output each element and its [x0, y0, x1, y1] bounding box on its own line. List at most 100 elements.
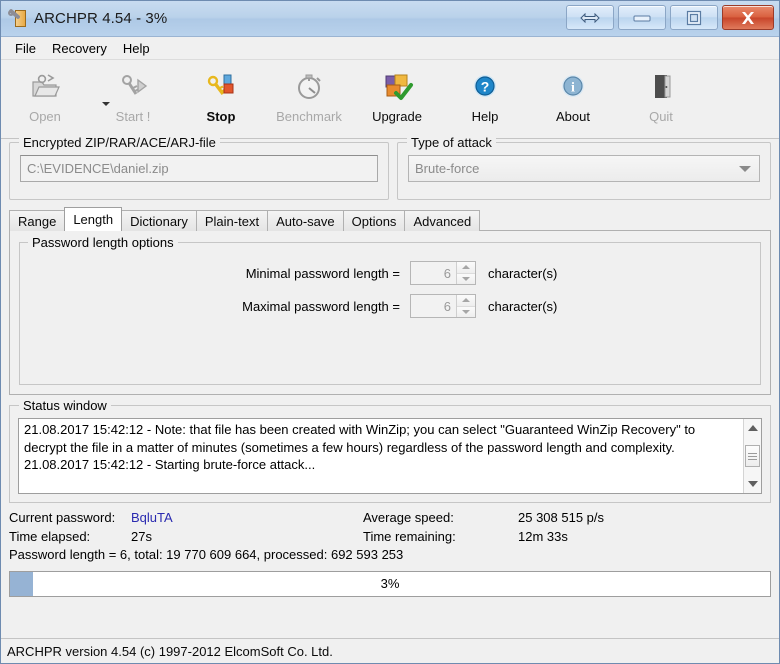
tab-length[interactable]: Length	[64, 207, 122, 231]
menu-item-recovery[interactable]: Recovery	[44, 39, 115, 58]
tab-advanced[interactable]: Advanced	[404, 210, 480, 231]
toolbar-open-button[interactable]: Open	[1, 66, 89, 124]
encrypted-file-group-title: Encrypted ZIP/RAR/ACE/ARJ-file	[19, 135, 220, 150]
status-log-line: 21.08.2017 15:42:12 - Starting brute-for…	[24, 456, 738, 474]
triangle-down-icon	[462, 277, 470, 281]
minimize-icon	[633, 14, 651, 22]
maximal-length-increment-button[interactable]	[457, 295, 475, 307]
toolbar-start-button[interactable]: Start !	[89, 66, 177, 124]
tab-area: Range Length Dictionary Plain-text Auto-…	[9, 207, 771, 395]
current-password-value: BqluTA	[131, 509, 363, 528]
chevron-down-icon	[739, 166, 751, 172]
progress-bar: 3%	[9, 571, 771, 597]
average-speed-value: 25 308 515 p/s	[518, 509, 604, 528]
tab-plain-text[interactable]: Plain-text	[196, 210, 268, 231]
minimal-length-label: Minimal password length =	[20, 266, 410, 281]
attack-type-group: Type of attack Brute-force	[397, 142, 771, 200]
left-right-arrow-icon	[580, 13, 600, 23]
status-log-text[interactable]: 21.08.2017 15:42:12 - Note: that file ha…	[19, 419, 743, 493]
app-icon	[8, 9, 28, 29]
toolbar-help-button[interactable]: ? Help	[441, 66, 529, 124]
attack-type-select[interactable]: Brute-force	[408, 155, 760, 182]
triangle-down-icon	[462, 310, 470, 314]
toolbar-start-label: Start !	[116, 109, 151, 124]
keys-stop-icon	[204, 70, 238, 104]
tab-options[interactable]: Options	[343, 210, 406, 231]
toolbar-quit-label: Quit	[649, 109, 673, 124]
scrollbar-thumb[interactable]	[745, 445, 760, 467]
tab-range[interactable]: Range	[9, 210, 65, 231]
attack-type-group-title: Type of attack	[407, 135, 496, 150]
toolbar-benchmark-button[interactable]: Benchmark	[265, 66, 353, 124]
maximal-length-spin-buttons	[456, 295, 475, 317]
grip-line	[748, 456, 757, 457]
toolbar-upgrade-button[interactable]: Upgrade	[353, 66, 441, 124]
toolbar-help-label: Help	[472, 109, 499, 124]
maximal-length-decrement-button[interactable]	[457, 307, 475, 318]
toolbar-about-button[interactable]: i About	[529, 66, 617, 124]
minimal-length-increment-button[interactable]	[457, 262, 475, 274]
toolbar-quit-button[interactable]: Quit	[617, 66, 705, 124]
toolbar: Open Start !	[1, 60, 779, 139]
time-elapsed-label: Time elapsed:	[9, 528, 131, 547]
svg-text:i: i	[571, 81, 575, 96]
status-window-title: Status window	[19, 398, 111, 413]
maximal-length-label: Maximal password length =	[20, 299, 410, 314]
status-window-box: 21.08.2017 15:42:12 - Note: that file ha…	[18, 418, 762, 494]
statistics-area: Current password: BqluTA Average speed: …	[9, 509, 771, 565]
status-bar: ARCHPR version 4.54 (c) 1997-2012 ElcomS…	[1, 638, 779, 663]
tab-dictionary[interactable]: Dictionary	[121, 210, 197, 231]
minimal-length-value: 6	[411, 262, 456, 284]
totals-line: Password length = 6, total: 19 770 609 6…	[9, 546, 771, 565]
menu-bar: File Recovery Help	[1, 37, 779, 60]
window-title: ARCHPR 4.54 - 3%	[34, 10, 167, 27]
minimal-length-decrement-button[interactable]	[457, 274, 475, 285]
tab-auto-save[interactable]: Auto-save	[267, 210, 344, 231]
menu-item-file[interactable]: File	[7, 39, 44, 58]
minimize-button[interactable]	[618, 5, 666, 30]
toolbar-stop-button[interactable]: Stop	[177, 66, 265, 124]
encrypted-file-group: Encrypted ZIP/RAR/ACE/ARJ-file C:\EVIDEN…	[9, 142, 389, 200]
scroll-up-button[interactable]	[745, 420, 761, 436]
close-button[interactable]	[722, 5, 774, 30]
file-and-attack-row: Encrypted ZIP/RAR/ACE/ARJ-file C:\EVIDEN…	[1, 139, 779, 200]
keys-play-icon	[116, 70, 150, 104]
progress-bar-label: 3%	[10, 572, 770, 596]
scroll-down-button[interactable]	[745, 476, 761, 492]
triangle-up-icon	[462, 265, 470, 269]
minimal-length-stepper[interactable]: 6	[410, 261, 476, 285]
statistics-row-1: Current password: BqluTA Average speed: …	[9, 509, 771, 528]
toolbar-open-label: Open	[29, 109, 61, 124]
maximal-length-stepper[interactable]: 6	[410, 294, 476, 318]
resize-button[interactable]	[566, 5, 614, 30]
maximize-icon	[685, 10, 703, 26]
toolbar-upgrade-label: Upgrade	[372, 109, 422, 124]
open-folder-icon	[28, 70, 62, 104]
status-bar-text: ARCHPR version 4.54 (c) 1997-2012 ElcomS…	[7, 644, 333, 659]
toolbar-about-label: About	[556, 109, 590, 124]
maximize-button[interactable]	[670, 5, 718, 30]
stopwatch-icon	[292, 70, 326, 104]
time-remaining-value: 12m 33s	[518, 528, 568, 547]
info-circle-icon: i	[556, 70, 590, 104]
menu-item-help[interactable]: Help	[115, 39, 158, 58]
statistics-row-2: Time elapsed: 27s Time remaining: 12m 33…	[9, 528, 771, 547]
tab-strip: Range Length Dictionary Plain-text Auto-…	[9, 207, 771, 231]
grip-line	[748, 459, 757, 460]
status-scrollbar[interactable]	[743, 419, 761, 493]
status-window-group: Status window 21.08.2017 15:42:12 - Note…	[9, 405, 771, 503]
minimal-length-spin-buttons	[456, 262, 475, 284]
minimal-length-row: Minimal password length = 6 character(s)	[20, 261, 760, 285]
triangle-up-icon	[748, 425, 758, 431]
svg-text:?: ?	[481, 79, 490, 95]
triangle-up-icon	[462, 298, 470, 302]
tab-panel-length: Password length options Minimal password…	[9, 230, 771, 395]
maximal-length-value: 6	[411, 295, 456, 317]
password-length-options-title: Password length options	[28, 235, 178, 250]
application-window: ARCHPR 4.54 - 3%	[0, 0, 780, 664]
file-path-input[interactable]: C:\EVIDENCE\daniel.zip	[20, 155, 378, 182]
upgrade-box-check-icon	[380, 70, 414, 104]
minimal-length-unit: character(s)	[476, 266, 557, 281]
question-circle-icon: ?	[468, 70, 502, 104]
grip-line	[748, 453, 757, 454]
